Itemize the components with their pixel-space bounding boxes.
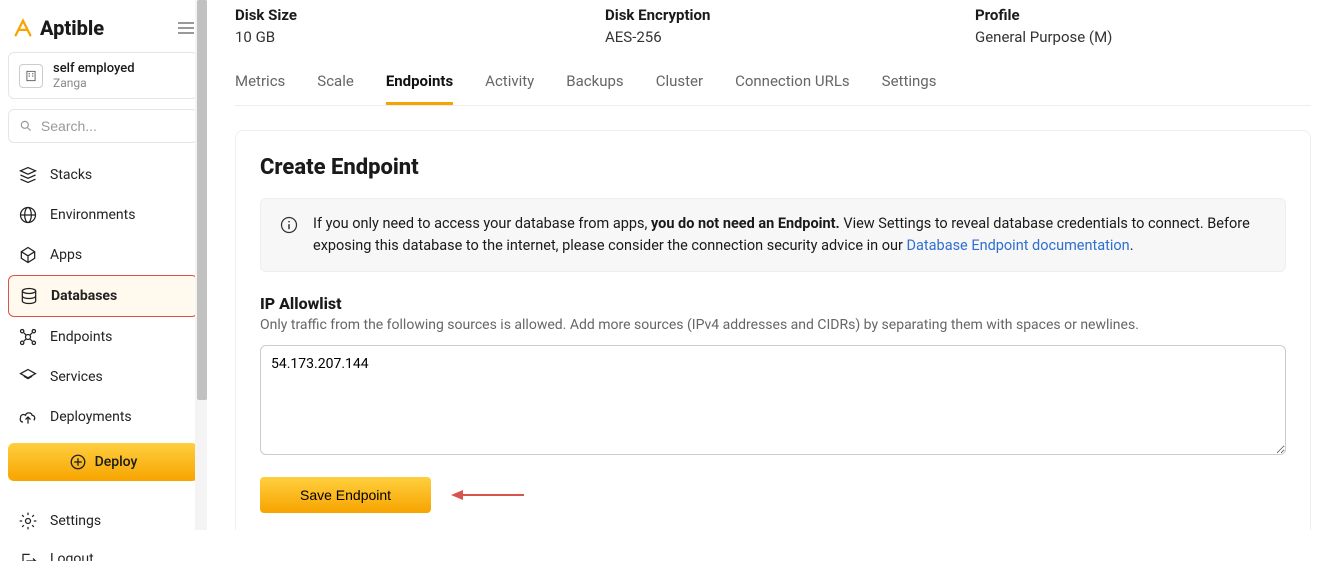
building-icon xyxy=(19,64,43,88)
sidebar-item-label: Databases xyxy=(51,288,117,304)
aptible-logo-icon xyxy=(12,17,34,39)
spec-disk-size-label: Disk Size xyxy=(235,6,385,24)
deploy-label: Deploy xyxy=(95,454,138,470)
services-icon xyxy=(18,367,38,387)
brand-logo[interactable]: Aptible xyxy=(12,16,104,40)
sidebar-item-label: Stacks xyxy=(50,167,92,183)
info-icon xyxy=(279,215,299,235)
sidebar-item-label: Apps xyxy=(50,247,82,263)
search-icon xyxy=(19,118,33,134)
brand-name: Aptible xyxy=(40,16,104,40)
sidebar: Aptible self employed Zanga Stacks Envir… xyxy=(0,0,207,530)
panel-title: Create Endpoint xyxy=(260,155,1286,180)
org-subtext: Zanga xyxy=(53,76,135,90)
org-name: self employed xyxy=(53,61,135,76)
search-input[interactable] xyxy=(41,118,187,134)
sidebar-item-label: Endpoints xyxy=(50,329,112,345)
menu-toggle-icon[interactable] xyxy=(178,22,194,34)
spec-disk-size-value: 10 GB xyxy=(235,28,385,46)
sidebar-scrollbar[interactable] xyxy=(195,0,207,530)
search-input-wrapper[interactable] xyxy=(8,109,198,143)
annotation-arrow-icon xyxy=(449,485,529,505)
sidebar-item-services[interactable]: Services xyxy=(8,357,198,397)
gear-icon xyxy=(18,511,38,531)
database-icon xyxy=(19,286,39,306)
spec-disk-enc-value: AES-256 xyxy=(605,28,755,46)
tab-scale[interactable]: Scale xyxy=(317,64,354,105)
cube-icon xyxy=(18,245,38,265)
info-text: If you only need to access your database… xyxy=(313,213,1267,257)
endpoints-icon xyxy=(18,327,38,347)
deploy-button[interactable]: Deploy xyxy=(8,443,198,481)
cloud-upload-icon xyxy=(18,407,38,427)
spec-profile-label: Profile xyxy=(975,6,1125,24)
tab-cluster[interactable]: Cluster xyxy=(656,64,703,105)
sidebar-item-settings[interactable]: Settings xyxy=(8,501,198,541)
nav-list: Stacks Environments Apps Databases Endpo… xyxy=(8,155,198,437)
info-callout: If you only need to access your database… xyxy=(260,198,1286,272)
plus-circle-icon xyxy=(69,453,87,471)
stacks-icon xyxy=(18,165,38,185)
sidebar-item-apps[interactable]: Apps xyxy=(8,235,198,275)
spec-disk-enc-label: Disk Encryption xyxy=(605,6,755,24)
spec-profile-value: General Purpose (M) xyxy=(975,28,1125,46)
sidebar-item-deployments[interactable]: Deployments xyxy=(8,397,198,437)
ip-allowlist-help: Only traffic from the following sources … xyxy=(260,317,1286,333)
sidebar-item-label: Deployments xyxy=(50,409,132,425)
db-specs: Disk Size 10 GB Disk Encryption AES-256 … xyxy=(235,0,1311,64)
sidebar-item-label: Logout xyxy=(50,551,94,561)
tab-endpoints[interactable]: Endpoints xyxy=(386,64,453,105)
create-endpoint-panel: Create Endpoint If you only need to acce… xyxy=(235,130,1311,530)
sidebar-item-logout[interactable]: Logout xyxy=(8,541,198,561)
sidebar-item-endpoints[interactable]: Endpoints xyxy=(8,317,198,357)
main-content: Disk Size 10 GB Disk Encryption AES-256 … xyxy=(207,0,1339,530)
tab-activity[interactable]: Activity xyxy=(485,64,534,105)
tab-backups[interactable]: Backups xyxy=(566,64,623,105)
tab-metrics[interactable]: Metrics xyxy=(235,64,285,105)
tab-connection-urls[interactable]: Connection URLs xyxy=(735,64,850,105)
sidebar-item-label: Services xyxy=(50,369,103,385)
ip-allowlist-label: IP Allowlist xyxy=(260,294,1286,313)
sidebar-item-label: Settings xyxy=(50,513,101,529)
globe-icon xyxy=(18,205,38,225)
sidebar-scrollbar-thumb[interactable] xyxy=(197,0,207,400)
tab-settings[interactable]: Settings xyxy=(882,64,937,105)
sidebar-item-environments[interactable]: Environments xyxy=(8,195,198,235)
ip-allowlist-input[interactable] xyxy=(260,345,1286,455)
org-switcher[interactable]: self employed Zanga xyxy=(8,52,198,99)
sidebar-item-label: Environments xyxy=(50,207,135,223)
tab-bar: Metrics Scale Endpoints Activity Backups… xyxy=(235,64,1311,106)
logout-icon xyxy=(18,551,38,561)
save-endpoint-button[interactable]: Save Endpoint xyxy=(260,477,431,513)
sidebar-item-databases[interactable]: Databases xyxy=(8,275,198,317)
doc-link[interactable]: Database Endpoint documentation xyxy=(907,237,1130,254)
sidebar-item-stacks[interactable]: Stacks xyxy=(8,155,198,195)
